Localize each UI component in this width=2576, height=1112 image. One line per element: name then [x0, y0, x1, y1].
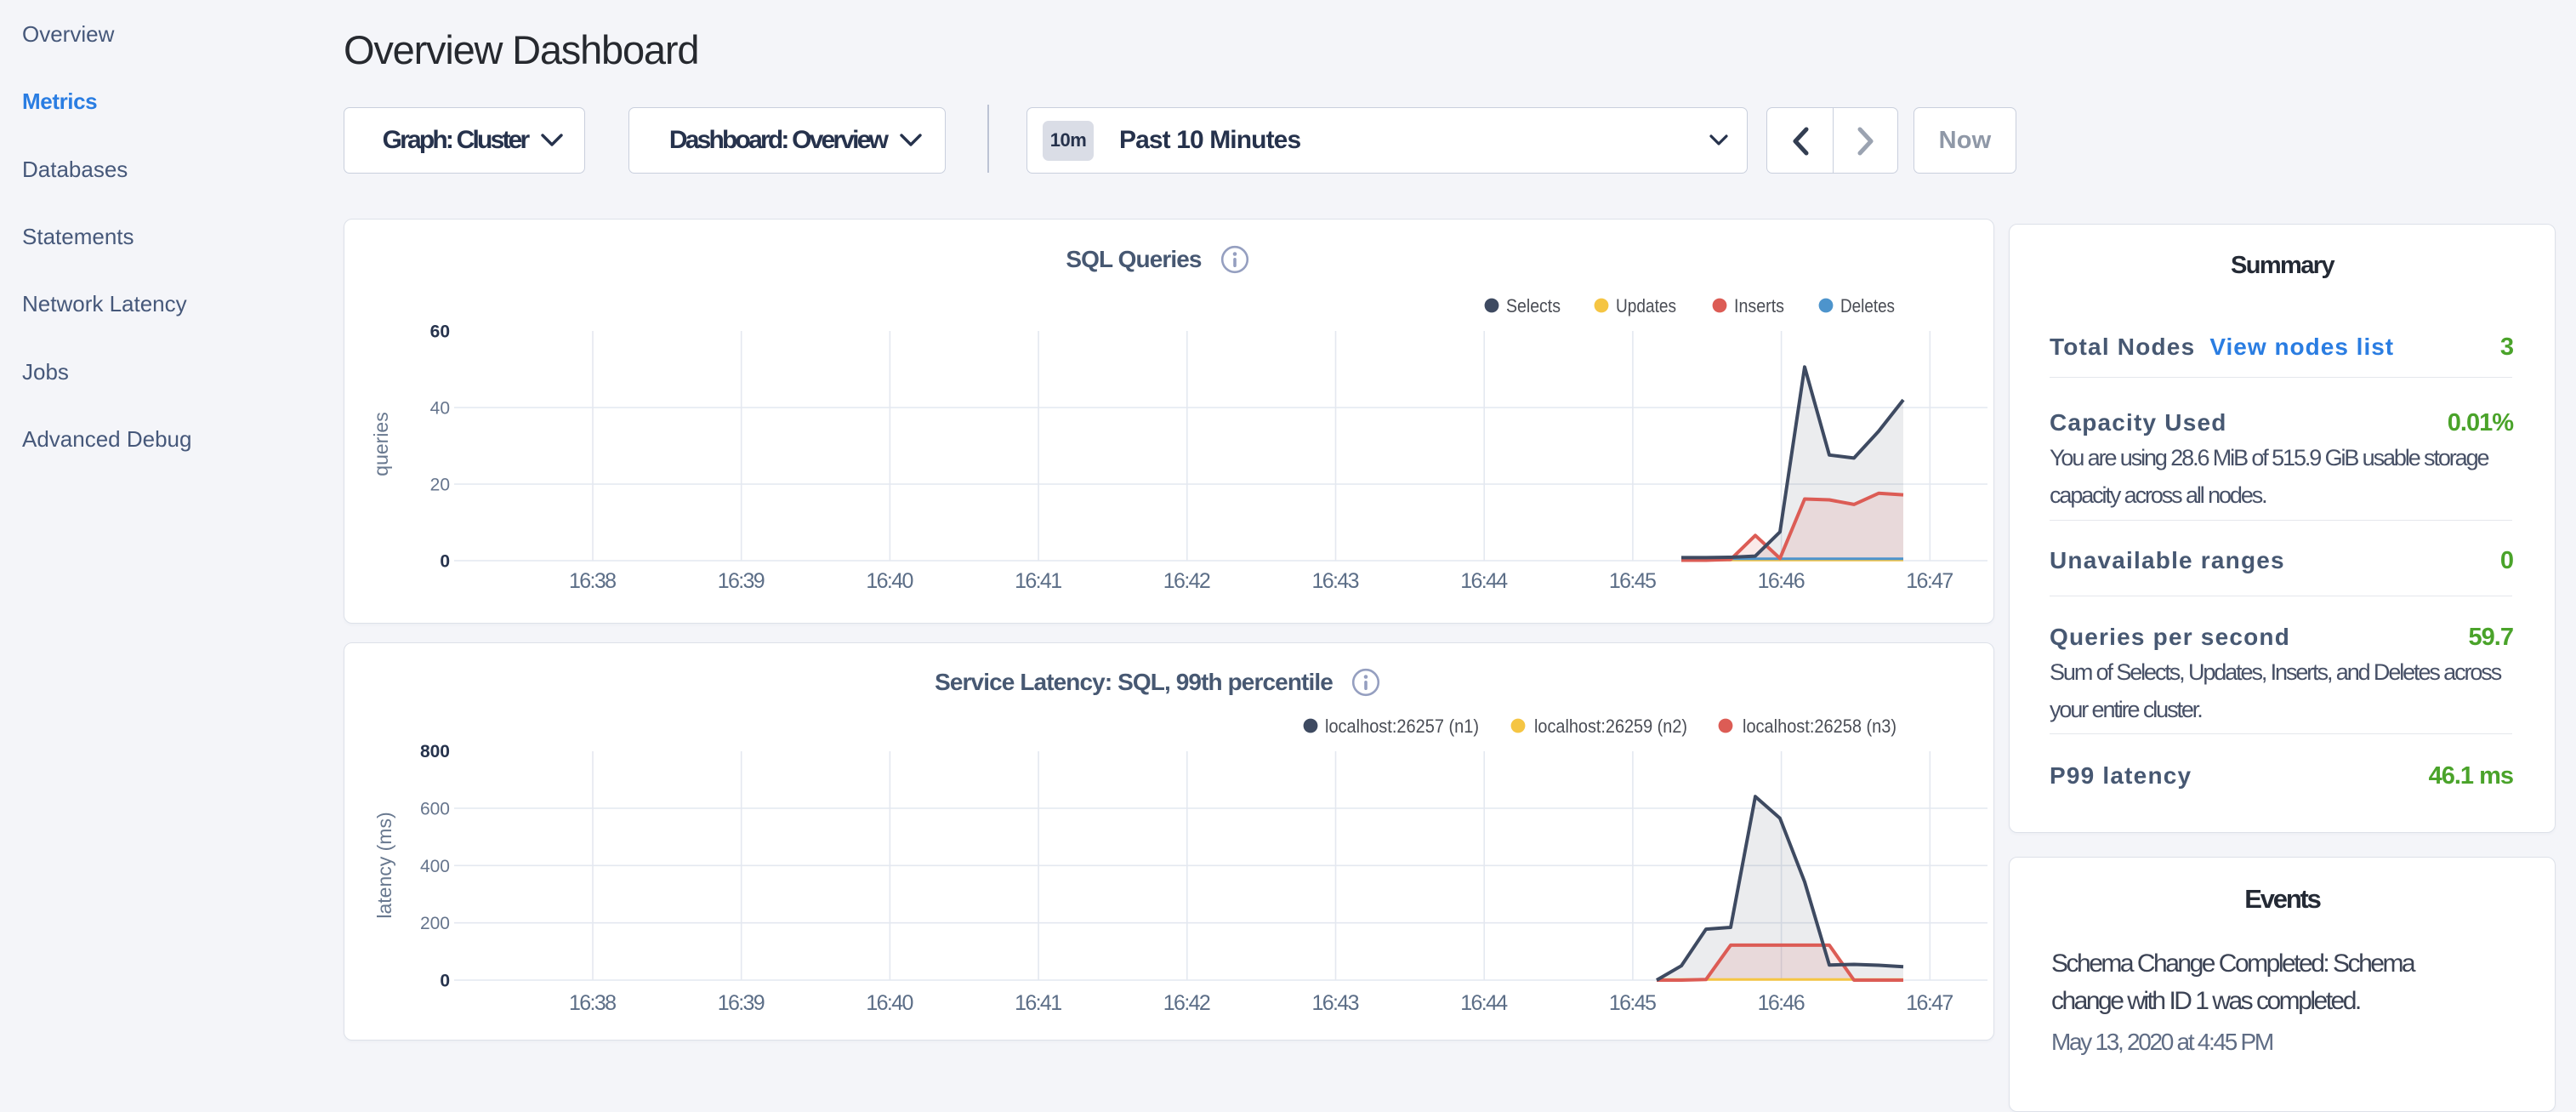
- svg-text:16:40: 16:40: [866, 991, 913, 1015]
- svg-text:16:45: 16:45: [1609, 569, 1657, 593]
- svg-text:400: 400: [420, 857, 450, 876]
- svg-text:16:41: 16:41: [1015, 569, 1062, 593]
- svg-text:localhost:26259 (n2): localhost:26259 (n2): [1534, 716, 1687, 737]
- svg-text:localhost:26258 (n3): localhost:26258 (n3): [1743, 716, 1896, 737]
- svg-text:Deletes: Deletes: [1840, 295, 1895, 316]
- svg-text:localhost:26257 (n1): localhost:26257 (n1): [1325, 716, 1479, 737]
- svg-text:16:43: 16:43: [1312, 569, 1360, 593]
- svg-text:16:39: 16:39: [718, 569, 765, 593]
- svg-text:Selects: Selects: [1506, 295, 1561, 316]
- svg-text:16:44: 16:44: [1460, 991, 1508, 1015]
- svg-text:800: 800: [420, 742, 450, 761]
- svg-text:16:39: 16:39: [718, 991, 765, 1015]
- svg-text:16:38: 16:38: [569, 569, 617, 593]
- svg-text:16:47: 16:47: [1906, 991, 1953, 1015]
- svg-text:16:44: 16:44: [1460, 569, 1508, 593]
- svg-text:16:40: 16:40: [866, 569, 913, 593]
- svg-text:0: 0: [440, 552, 450, 572]
- svg-text:16:38: 16:38: [569, 991, 617, 1015]
- svg-text:16:46: 16:46: [1758, 991, 1805, 1015]
- svg-text:latency (ms): latency (ms): [373, 812, 395, 918]
- svg-text:16:47: 16:47: [1906, 569, 1953, 593]
- svg-text:200: 200: [420, 914, 450, 933]
- svg-text:16:43: 16:43: [1312, 991, 1360, 1015]
- svg-text:60: 60: [430, 322, 450, 342]
- svg-text:16:42: 16:42: [1163, 991, 1211, 1015]
- svg-text:Inserts: Inserts: [1734, 295, 1784, 316]
- svg-text:queries: queries: [370, 412, 392, 476]
- svg-text:20: 20: [430, 476, 450, 495]
- svg-text:16:46: 16:46: [1758, 569, 1805, 593]
- svg-text:Updates: Updates: [1616, 295, 1676, 316]
- svg-text:40: 40: [430, 399, 450, 419]
- svg-text:16:42: 16:42: [1163, 569, 1211, 593]
- svg-text:16:45: 16:45: [1609, 991, 1657, 1015]
- svg-text:600: 600: [420, 800, 450, 819]
- svg-text:16:41: 16:41: [1015, 991, 1062, 1015]
- svg-text:0: 0: [440, 972, 450, 991]
